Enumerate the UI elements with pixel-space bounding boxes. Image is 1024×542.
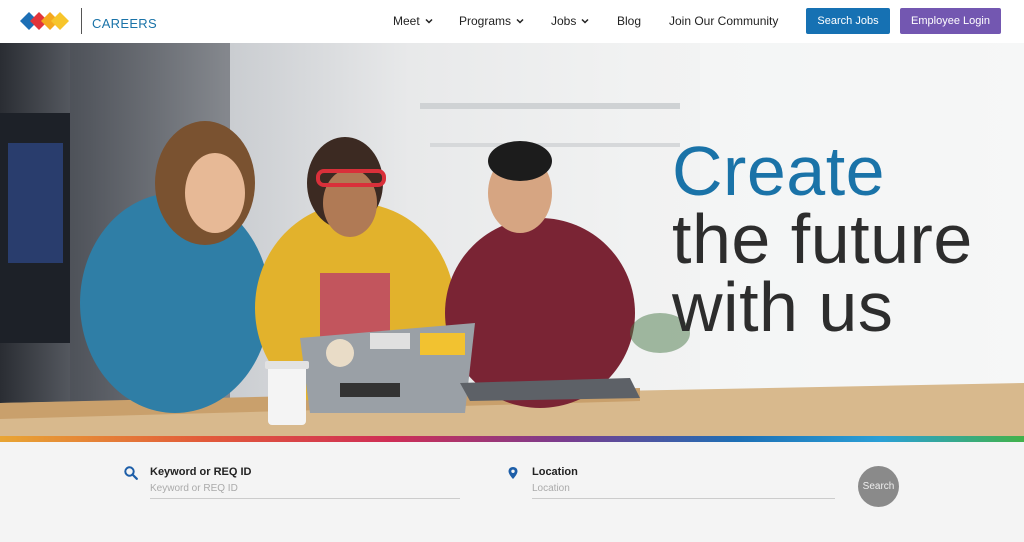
job-search-bar: Keyword or REQ ID Location Search [0,442,1024,542]
search-submit-button[interactable]: Search [858,466,899,507]
keyword-field: Keyword or REQ ID [124,466,460,499]
keyword-input[interactable] [150,483,460,499]
chevron-down-icon [425,18,433,24]
nav-jobs-label: Jobs [551,14,577,28]
location-field: Location [508,466,835,499]
nav-programs[interactable]: Programs [459,14,524,28]
keyword-label: Keyword or REQ ID [150,466,252,478]
headline-line-2: the future [672,200,973,278]
headline-line-3: with us [672,268,894,346]
search-jobs-button[interactable]: Search Jobs [806,8,890,34]
nav-meet-label: Meet [393,14,420,28]
logo-icon[interactable] [20,8,70,34]
nav-jobs[interactable]: Jobs [551,14,589,28]
location-input[interactable] [532,483,835,499]
employee-login-button[interactable]: Employee Login [900,8,1001,34]
hero-headline: Create the future with us [672,132,973,346]
headline-line-1: Create [672,132,886,210]
nav-programs-label: Programs [459,14,512,28]
brand-label[interactable]: CAREERS [92,16,157,31]
map-pin-icon [508,467,518,479]
nav-blog[interactable]: Blog [617,14,641,28]
nav-blog-label: Blog [617,14,642,28]
nav-meet[interactable]: Meet [393,14,433,28]
nav-join-community[interactable]: Join Our Community [669,14,778,28]
logo-divider [81,8,82,34]
location-label: Location [532,466,578,478]
site-header: CAREERS Meet Programs Jobs Blog Join Our… [0,0,1024,43]
nav-join-community-label: Join Our Community [669,14,779,28]
search-icon [124,466,138,480]
chevron-down-icon [516,18,524,24]
chevron-down-icon [581,18,589,24]
hero-banner: Create the future with us [0,43,1024,436]
